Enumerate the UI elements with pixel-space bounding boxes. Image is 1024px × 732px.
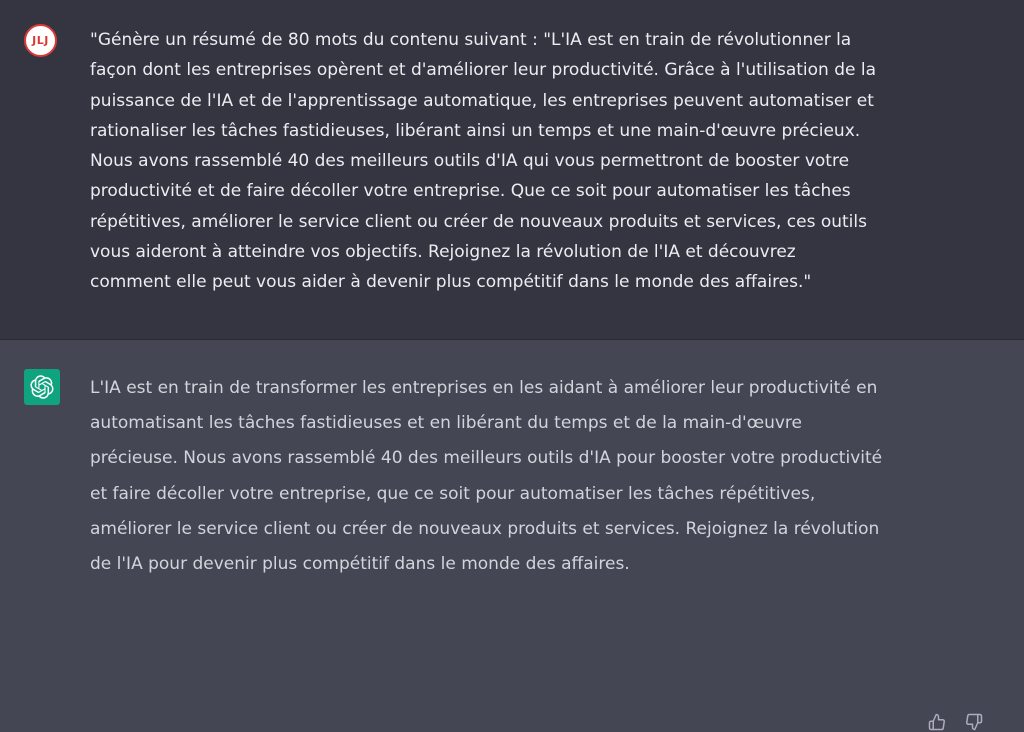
thumbs-down-button[interactable] <box>964 712 984 732</box>
user-avatar-initials: JLJ <box>32 34 49 47</box>
thumbs-down-icon <box>966 713 983 731</box>
thumbs-up-icon <box>928 713 945 731</box>
message-actions <box>927 712 984 732</box>
assistant-message-text: L'IA est en train de transformer les ent… <box>90 378 883 575</box>
assistant-avatar <box>24 369 60 405</box>
thumbs-up-button[interactable] <box>927 712 947 732</box>
user-message-text: "Génère un résumé de 80 mots du contenu … <box>90 30 877 293</box>
openai-logo-icon <box>30 375 54 399</box>
user-message: JLJ "Génère un résumé de 80 mots du cont… <box>0 0 1024 340</box>
user-avatar: JLJ <box>24 24 57 57</box>
